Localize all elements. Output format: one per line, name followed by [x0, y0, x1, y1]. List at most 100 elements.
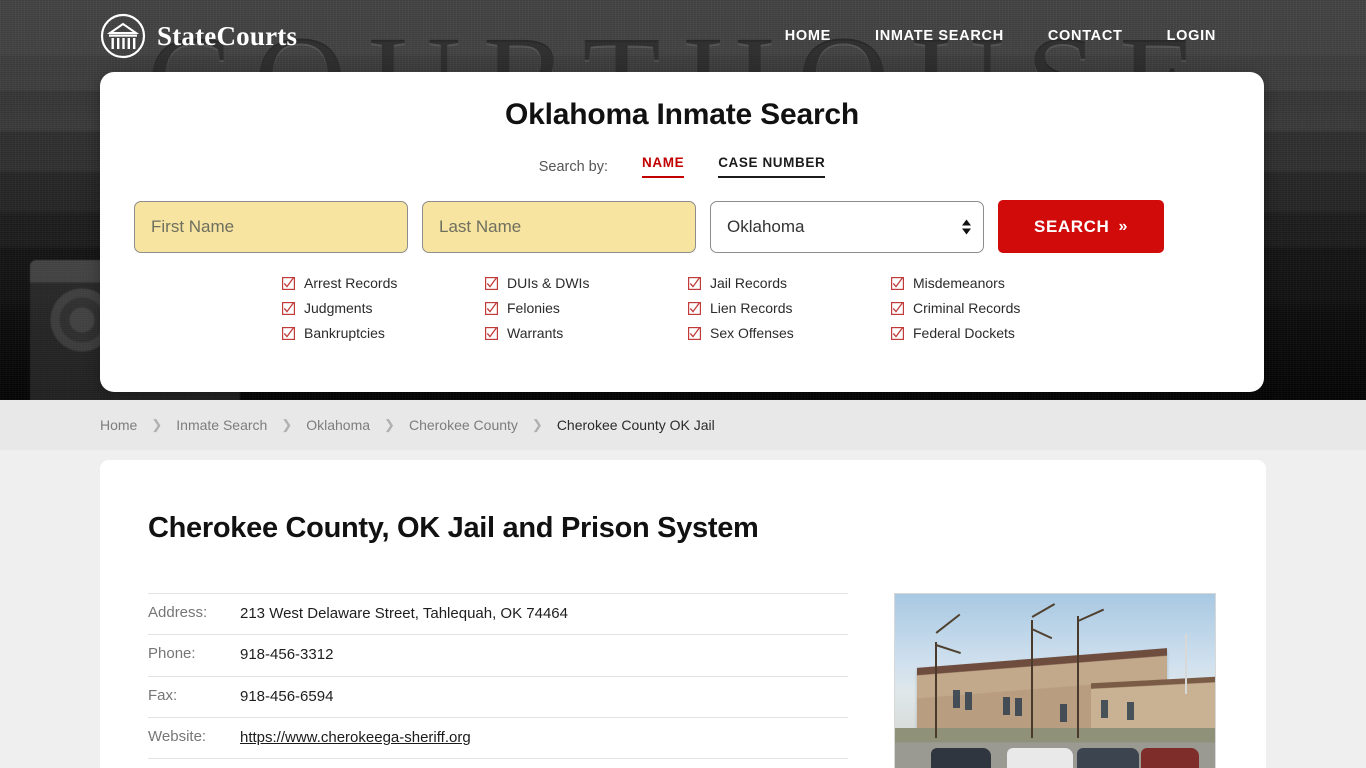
record-type-label: DUIs & DWIs	[507, 275, 590, 291]
detail-label: Website:	[148, 727, 207, 745]
record-type-item[interactable]: Arrest Records	[282, 275, 485, 291]
detail-label: Address:	[148, 604, 208, 621]
search-card-title: Oklahoma Inmate Search	[504, 98, 860, 131]
record-type-label: Judgments	[304, 300, 373, 316]
table-row: Fax: 918-456-6594	[148, 677, 848, 718]
record-type-label: Lien Records	[710, 300, 793, 316]
facility-details-table: Address: 213 West Delaware Street, Tahle…	[148, 593, 848, 768]
record-type-item[interactable]: Warrants	[485, 325, 688, 341]
breadcrumb-separator-icon: ❯	[151, 417, 163, 432]
search-button[interactable]: SEARCH »	[998, 200, 1164, 253]
facility-info-zone: Address: 213 West Delaware Street, Tahle…	[148, 593, 1218, 768]
detail-label: Fax:	[148, 686, 178, 704]
record-type-item[interactable]: Sex Offenses	[688, 325, 891, 341]
photo-branch	[935, 613, 961, 634]
breadcrumb-separator-icon: ❯	[384, 417, 395, 432]
nav-item-login[interactable]: LOGIN	[1167, 28, 1216, 44]
record-type-label: Felonies	[507, 300, 560, 316]
record-type-item[interactable]: Bankruptcies	[282, 325, 485, 341]
record-type-item[interactable]: Criminal Records	[891, 300, 1094, 316]
breadcrumb-item-inmate-search[interactable]: Inmate Search	[176, 417, 267, 433]
nav-item-inmate-search[interactable]: INMATE SEARCH	[875, 28, 1004, 44]
record-type-label: Federal Dockets	[913, 325, 1015, 341]
tab-name[interactable]: NAME	[642, 155, 685, 178]
record-type-item[interactable]: Felonies	[485, 300, 688, 316]
photo-tree	[1031, 620, 1033, 738]
photo-window	[953, 690, 960, 708]
last-name-input[interactable]	[422, 200, 696, 253]
photo-branch	[1077, 608, 1104, 622]
nav-item-home[interactable]: HOME	[785, 28, 831, 44]
record-type-label: Bankruptcies	[304, 325, 385, 341]
breadcrumb-item-oklahoma[interactable]: Oklahoma	[306, 417, 370, 433]
table-row: Facebook: https://www.facebook.com/Chero…	[148, 759, 848, 768]
tab-case-number[interactable]: CASE NUMBER	[718, 155, 826, 178]
record-type-label: Arrest Records	[304, 275, 398, 291]
table-row: Phone: 918-456-3312	[148, 635, 848, 677]
jail-building-photo	[894, 593, 1216, 768]
photo-window	[965, 692, 972, 710]
record-type-item[interactable]: Judgments	[282, 300, 485, 316]
checked-checkbox-icon	[891, 301, 904, 315]
first-name-input[interactable]	[134, 200, 408, 253]
detail-label: Phone:	[148, 645, 196, 663]
checked-checkbox-icon	[891, 326, 904, 340]
photo-window	[1003, 697, 1010, 715]
inmate-search-card: Oklahoma Inmate Search Search by: NAME C…	[100, 72, 1264, 392]
state-select[interactable]: Oklahoma	[710, 200, 984, 253]
record-type-item[interactable]: Misdemeanors	[891, 275, 1094, 291]
photo-window	[1060, 704, 1067, 722]
photo-building-wing	[1091, 676, 1215, 736]
photo-flagpole	[1185, 634, 1187, 694]
photo-tree	[935, 642, 937, 738]
website-link[interactable]: https://www.cherokeega-sheriff.org	[240, 729, 471, 746]
record-type-item[interactable]: Federal Dockets	[891, 325, 1094, 341]
checked-checkbox-icon	[485, 276, 498, 290]
photo-car	[1077, 748, 1139, 768]
photo-window	[1127, 702, 1134, 720]
photo-branch	[935, 644, 961, 654]
record-type-list: Arrest Records DUIs & DWIs Jail Records …	[134, 275, 1230, 341]
top-navigation: StateCourts HOME INMATE SEARCH CONTACT L…	[0, 0, 1366, 72]
photo-window	[1015, 698, 1022, 716]
search-by-row: Search by: NAME CASE NUMBER	[134, 155, 1230, 178]
brand-name: StateCourts	[157, 20, 298, 51]
record-type-item[interactable]: DUIs & DWIs	[485, 275, 688, 291]
photo-car	[931, 748, 991, 768]
table-row: Address: 213 West Delaware Street, Tahle…	[148, 593, 848, 636]
breadcrumb-item-cherokee-county[interactable]: Cherokee County	[409, 417, 518, 433]
photo-tree	[1077, 616, 1079, 738]
search-button-label: SEARCH	[1034, 216, 1110, 236]
checked-checkbox-icon	[282, 276, 295, 290]
photo-window	[1101, 700, 1108, 718]
record-type-label: Sex Offenses	[710, 325, 794, 341]
courthouse-circle-icon	[100, 13, 146, 59]
brand-logo[interactable]: StateCourts	[100, 13, 297, 59]
search-form: Oklahoma SEARCH »	[134, 200, 1230, 253]
checked-checkbox-icon	[688, 326, 701, 340]
breadcrumb-item-current: Cherokee County OK Jail	[556, 417, 715, 433]
content-card: Cherokee County, OK Jail and Prison Syst…	[100, 460, 1266, 768]
checked-checkbox-icon	[485, 301, 498, 315]
double-chevron-right-icon: »	[1118, 217, 1128, 235]
breadcrumb-separator-icon: ❯	[531, 417, 543, 432]
state-select-wrap: Oklahoma	[710, 200, 984, 253]
checked-checkbox-icon	[891, 276, 904, 290]
record-type-label: Misdemeanors	[913, 275, 1005, 291]
record-type-item[interactable]: Jail Records	[688, 275, 891, 291]
content-wrapper: Cherokee County, OK Jail and Prison Syst…	[0, 450, 1366, 768]
detail-value-phone: 918-456-3312	[240, 646, 334, 664]
checked-checkbox-icon	[282, 301, 295, 315]
detail-value-address: 213 West Delaware Street, Tahlequah, OK …	[240, 605, 568, 622]
record-type-label: Warrants	[507, 325, 564, 341]
breadcrumb-item-home[interactable]: Home	[100, 417, 137, 433]
checked-checkbox-icon	[282, 326, 295, 340]
photo-branch	[1031, 628, 1053, 639]
breadcrumb-separator-icon: ❯	[281, 417, 293, 432]
table-row: Website: https://www.cherokeega-sheriff.…	[148, 718, 848, 759]
nav-item-contact[interactable]: CONTACT	[1048, 28, 1123, 44]
record-type-label: Criminal Records	[913, 300, 1021, 316]
record-type-item[interactable]: Lien Records	[688, 300, 891, 316]
photo-car	[1141, 748, 1199, 768]
detail-value-fax: 918-456-6594	[240, 687, 334, 705]
